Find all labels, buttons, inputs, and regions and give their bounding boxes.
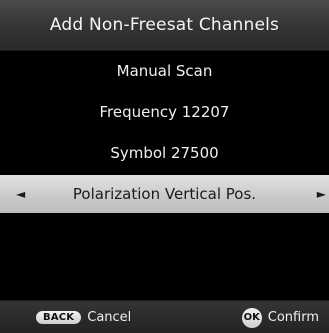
arrow-right-icon[interactable]: ►	[317, 188, 326, 200]
ok-key-icon: OK	[241, 307, 262, 328]
confirm-button[interactable]: OK Confirm	[241, 301, 319, 333]
menu-item-label: Polarization Vertical Pos.	[72, 185, 257, 203]
arrow-left-icon[interactable]: ◄	[16, 188, 25, 200]
menu-item-polarization[interactable]: ◄ Polarization Vertical Pos. ►	[0, 175, 329, 213]
back-key-icon: BACK	[36, 311, 82, 324]
menu-item-label: Symbol 27500	[110, 143, 219, 162]
menu-item-manual-scan[interactable]: Manual Scan	[0, 50, 329, 91]
title-bar: Add Non-Freesat Channels	[0, 0, 329, 51]
menu-item-symbol[interactable]: Symbol 27500	[0, 132, 329, 173]
menu-item-frequency[interactable]: Frequency 12207	[0, 91, 329, 132]
cancel-label: Cancel	[87, 310, 132, 325]
add-non-freesat-channels-screen: Add Non-Freesat Channels Manual Scan Fre…	[0, 0, 329, 333]
footer-bar: BACK Cancel OK Confirm	[0, 300, 329, 333]
confirm-label: Confirm	[267, 310, 319, 325]
menu-item-label: Manual Scan	[116, 61, 213, 80]
page-title: Add Non-Freesat Channels	[49, 15, 280, 35]
settings-menu: Manual Scan Frequency 12207 Symbol 27500…	[0, 50, 329, 213]
cancel-button[interactable]: BACK Cancel	[36, 301, 131, 333]
menu-item-label: Frequency 12207	[99, 102, 230, 121]
